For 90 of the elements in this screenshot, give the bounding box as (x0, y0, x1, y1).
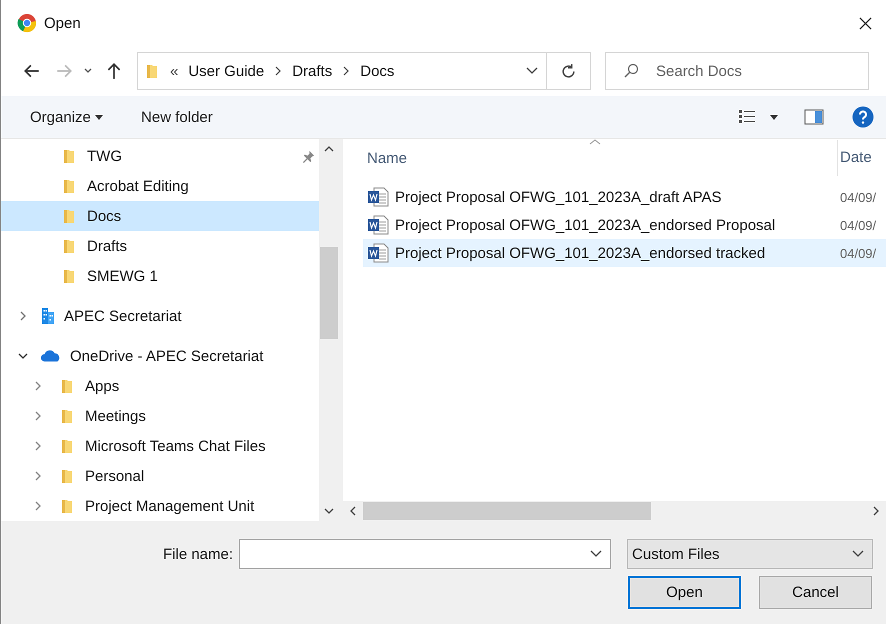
tree-item[interactable]: OneDrive - APEC Secretariat (1, 341, 319, 371)
folder-icon (61, 438, 73, 454)
scroll-right-icon[interactable] (872, 506, 880, 516)
up-arrow-icon[interactable] (105, 62, 123, 80)
file-type-dropdown[interactable]: Custom Files (627, 539, 874, 569)
file-name: Project Proposal OFWG_101_2023A_draft APAS (395, 188, 722, 206)
breadcrumb-item[interactable]: User Guide (188, 62, 264, 80)
tree-item-label: TWG (87, 148, 122, 164)
tree-item-label: Project Management Unit (85, 498, 254, 514)
tree-item-label: Drafts (87, 238, 128, 254)
cancel-button[interactable]: Cancel (759, 576, 872, 609)
new-folder-button[interactable]: New folder (141, 108, 213, 126)
dropdown-chevron-icon[interactable] (590, 550, 602, 558)
breadcrumb-item[interactable]: Drafts (292, 62, 332, 80)
file-name: Project Proposal OFWG_101_2023A_endorsed Proposal (395, 216, 776, 234)
back-arrow-icon[interactable] (23, 62, 41, 80)
file-name-field[interactable] (239, 539, 612, 569)
file-row[interactable]: Project Proposal OFWG_101_2023A_endorsed tracked 04/09/ (363, 239, 886, 267)
file-name: Project Proposal OFWG_101_2023A_endorsed tracked (395, 244, 766, 262)
scrollbar-thumb[interactable] (320, 247, 338, 339)
tree-item[interactable]: Drafts (1, 231, 319, 261)
folder-icon (63, 238, 75, 254)
folder-icon (63, 148, 75, 164)
refresh-button[interactable] (547, 52, 591, 90)
folder-icon (146, 63, 158, 79)
caret-icon[interactable] (770, 114, 778, 120)
folder-icon (63, 208, 75, 224)
tree-item[interactable]: SMEWG 1 (1, 261, 319, 291)
preview-pane-icon[interactable] (804, 109, 824, 125)
column-header[interactable]: Name (367, 150, 408, 166)
tree-item-label: Acrobat Editing (87, 178, 189, 194)
chevron-right-icon[interactable] (274, 66, 282, 76)
folder-icon (61, 498, 73, 514)
scroll-up-icon[interactable] (324, 145, 334, 153)
tree-item-label: Meetings (85, 408, 146, 424)
organize-menu[interactable]: Organize (30, 108, 104, 126)
folder-icon (63, 178, 75, 194)
tree-item[interactable]: Microsoft Teams Chat Files (1, 431, 319, 461)
breadcrumb-item[interactable]: Docs (360, 62, 394, 80)
expander-icon[interactable] (18, 351, 28, 361)
scrollbar[interactable] (343, 501, 886, 521)
window-title: Open (44, 14, 81, 32)
tree-item[interactable]: Project Management Unit (1, 491, 319, 521)
scroll-down-icon[interactable] (324, 507, 334, 515)
breadcrumb-overflow[interactable]: « (170, 62, 178, 80)
open-button[interactable]: Open (628, 576, 741, 609)
file-date: 04/09/ (839, 218, 878, 232)
search-field[interactable]: Search Docs (605, 52, 869, 90)
dropdown-chevron-icon (852, 550, 864, 558)
document-icon (367, 243, 389, 263)
document-icon (367, 187, 389, 207)
dropdown-chevron-icon[interactable] (526, 67, 538, 75)
tree-item-label: Apps (85, 378, 120, 394)
address-bar[interactable]: « User Guide Drafts Docs (137, 52, 547, 90)
view-options-icon[interactable] (738, 109, 758, 125)
tree-item[interactable]: APEC Secretariat (1, 301, 319, 331)
file-date: 04/09/ (839, 246, 878, 260)
close-icon[interactable] (859, 16, 872, 30)
help-icon[interactable] (852, 106, 874, 128)
tree-item-label: OneDrive - APEC Secretariat (70, 348, 264, 364)
refresh-icon (560, 62, 577, 80)
browser-logo-icon (17, 13, 37, 33)
building-icon (40, 307, 56, 325)
scroll-left-icon[interactable] (349, 506, 357, 516)
tree-item-label: Docs (87, 208, 122, 224)
tree-item[interactable]: Meetings (1, 401, 319, 431)
tree-item-label: APEC Secretariat (64, 308, 182, 324)
tree-item[interactable]: Docs (1, 201, 319, 231)
tree-item[interactable]: Apps (1, 371, 319, 401)
tree-item-label: SMEWG 1 (87, 268, 158, 284)
file-row[interactable]: Project Proposal OFWG_101_2023A_endorsed Proposal 04/09/ (363, 211, 886, 239)
tree-item[interactable]: Acrobat Editing (1, 171, 319, 201)
file-date: 04/09/ (839, 190, 878, 204)
folder-icon (61, 468, 73, 484)
scrollbar-thumb[interactable] (363, 502, 651, 520)
document-icon (367, 215, 389, 235)
chevron-right-icon[interactable] (342, 66, 350, 76)
tree-item-label: Personal (85, 468, 144, 484)
file-row[interactable]: Project Proposal OFWG_101_2023A_draft APAS 04/09/ (363, 183, 886, 211)
folder-icon (61, 408, 73, 424)
file-name-label: File name: (163, 546, 234, 562)
search-icon (623, 63, 639, 79)
folder-icon (61, 378, 73, 394)
tree-item[interactable]: Personal (1, 461, 319, 491)
folder-icon (63, 268, 75, 284)
caret-icon (95, 115, 104, 120)
cloud-icon (40, 349, 62, 363)
tree-item[interactable]: TWG (1, 141, 319, 171)
column-header[interactable]: Date (837, 140, 886, 176)
tree-item-label: Microsoft Teams Chat Files (85, 438, 266, 454)
